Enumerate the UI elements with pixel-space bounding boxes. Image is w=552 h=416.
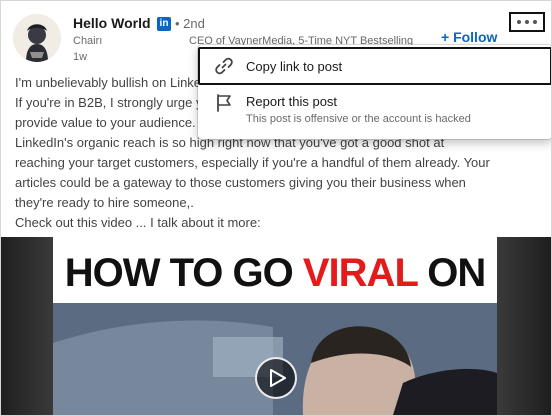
report-post-menu-item[interactable]: Report this post This post is offensive … (198, 93, 551, 133)
more-dot (525, 20, 529, 24)
video-title: HOW TO GO VIRAL ON (57, 251, 493, 296)
video-title-before: HOW TO GO (64, 251, 303, 295)
link-icon (215, 57, 233, 75)
play-icon (270, 369, 286, 387)
feed-post-card: Hello World in • 2nd Chairı CEO of Vayne… (0, 0, 552, 416)
play-button[interactable] (255, 357, 297, 399)
post-time: 1w (73, 51, 88, 63)
post-line: Check out this video ... I talk about it… (15, 215, 261, 230)
video-blur-right (497, 237, 551, 415)
copy-link-menu-item[interactable]: Copy link to post (198, 47, 551, 85)
video-title-highlight: VIRAL (302, 251, 418, 295)
flag-icon (217, 94, 231, 112)
connection-degree: • 2nd (175, 16, 205, 31)
report-sublabel: This post is offensive or the account is… (246, 113, 471, 125)
post-line: they're ready to hire someone,. (15, 195, 194, 210)
report-label: Report this post (246, 94, 338, 109)
video-title-after: ON (417, 251, 486, 295)
post-line: articles could be a gateway to those cus… (15, 175, 466, 190)
post-line: reaching your target customers, especial… (15, 155, 490, 170)
report-text: Report this post This post is offensive … (246, 93, 471, 125)
author-name[interactable]: Hello World (73, 15, 151, 31)
post-options-menu: Copy link to post Report this post This … (198, 45, 551, 139)
linkedin-influencer-icon: in (157, 17, 171, 31)
more-dot (533, 20, 537, 24)
more-horizontal-icon (517, 20, 521, 24)
author-avatar[interactable] (13, 14, 61, 62)
author-headline: Chairı (73, 35, 103, 47)
video-blur-left (1, 237, 53, 415)
more-options-button[interactable] (509, 12, 545, 32)
follow-button[interactable]: + Follow (441, 29, 497, 45)
copy-link-label: Copy link to post (246, 58, 343, 74)
